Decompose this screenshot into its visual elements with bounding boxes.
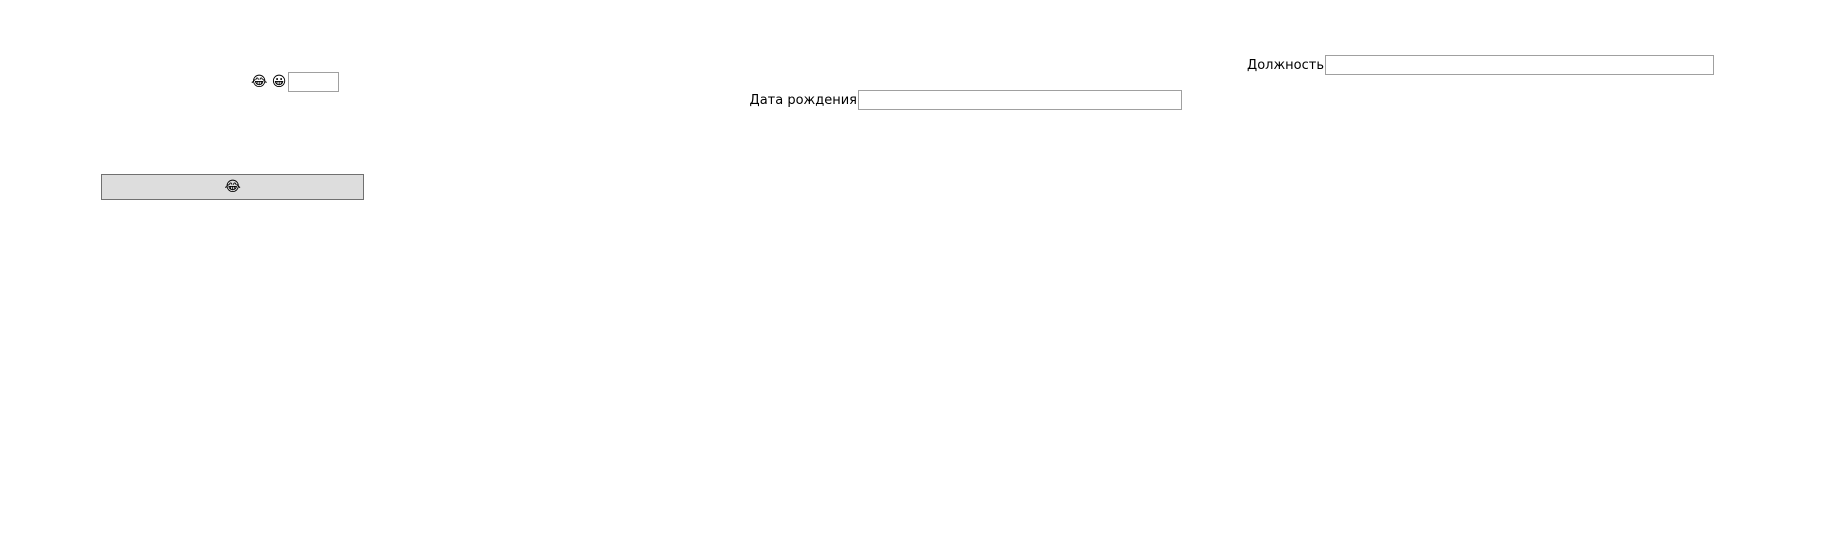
button-emoji-icon: 😂 [224, 179, 241, 195]
laughing-emoji-icon: 😂 [251, 74, 268, 90]
birth-date-label: Дата рождения [749, 93, 857, 108]
position-input[interactable] [1325, 55, 1714, 75]
position-label: Должность [1247, 58, 1324, 73]
smiling-emoji-icon: 😀 [271, 74, 287, 90]
birth-date-input[interactable] [858, 90, 1182, 110]
small-text-input[interactable] [288, 72, 339, 92]
emoji-button[interactable]: 😂 [101, 174, 364, 200]
